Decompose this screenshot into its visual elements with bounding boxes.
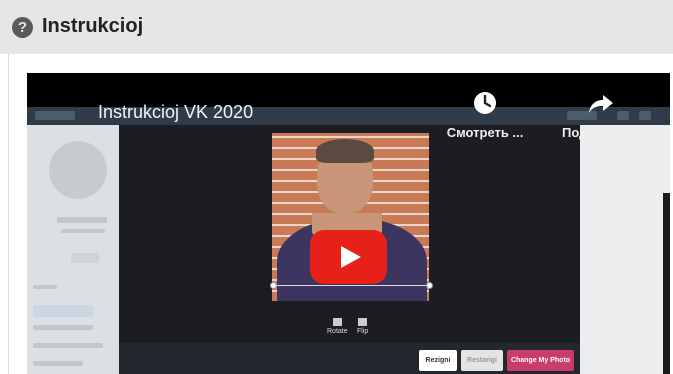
panel-header: ? Instrukcioj bbox=[0, 0, 673, 54]
rotate-icon bbox=[332, 318, 342, 326]
question-circle-icon[interactable]: ? bbox=[12, 17, 33, 38]
share-arrow-icon bbox=[589, 95, 613, 113]
youtube-play-icon[interactable] bbox=[310, 230, 387, 284]
cancel-button[interactable]: Restarigi bbox=[461, 350, 503, 371]
vk-profile-sidebar bbox=[27, 125, 119, 374]
crop-frame-bottom bbox=[272, 285, 430, 286]
crop-handle[interactable] bbox=[426, 282, 433, 289]
video-title[interactable]: Instrukcioj VK 2020 bbox=[98, 102, 253, 123]
flip-tool[interactable]: Flip bbox=[357, 318, 368, 335]
vk-right-panel bbox=[580, 125, 670, 374]
rotate-tool[interactable]: Rotate bbox=[327, 318, 348, 335]
clock-icon bbox=[474, 92, 496, 114]
panel-title: Instrukcioj bbox=[42, 15, 144, 37]
avatar bbox=[49, 141, 107, 199]
flip-icon bbox=[358, 318, 368, 326]
reset-button[interactable]: Rezigni bbox=[419, 350, 457, 371]
change-photo-button[interactable]: Change My Photo bbox=[507, 350, 574, 371]
watch-later-button[interactable]: Смотреть ... bbox=[430, 89, 540, 140]
page-edge bbox=[663, 193, 670, 374]
video-player[interactable]: Rotate Flip Rezigni Restarigi Change My … bbox=[27, 73, 670, 374]
share-button[interactable]: Поделиться bbox=[546, 89, 656, 140]
crop-handle[interactable] bbox=[270, 282, 277, 289]
